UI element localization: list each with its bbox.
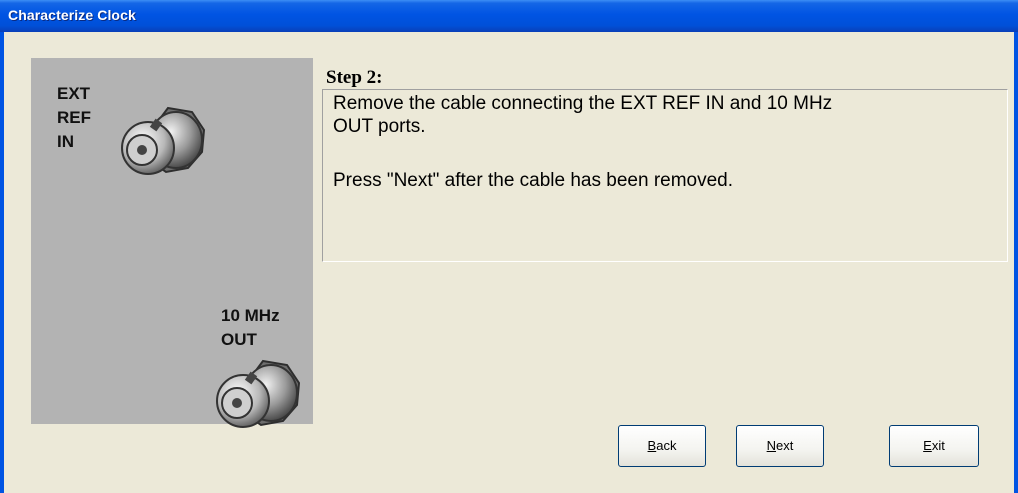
ext-ref-in-bnc-connector-icon [121, 106, 206, 175]
ten-mhz-out-label-line: OUT [221, 330, 257, 349]
exit-label-rest: xit [931, 438, 945, 453]
step-title: Step 2: [326, 67, 383, 88]
next-button[interactable]: Next [736, 425, 824, 467]
instruction-line: Remove the cable connecting the EXT REF … [333, 93, 833, 114]
characterize-clock-window: Characterize Clock EXT REF IN 10 MHz OUT… [0, 0, 1018, 493]
dialog-body: EXT REF IN 10 MHz OUT Step 2: Remove the… [4, 32, 1014, 493]
connector-illustration-panel: EXT REF IN 10 MHz OUT [31, 58, 313, 428]
ten-mhz-out-bnc-connector-icon [216, 359, 301, 428]
instruction-line: OUT ports. [333, 116, 426, 137]
ext-ref-in-label-line: REF [57, 108, 91, 127]
title-bar[interactable]: Characterize Clock [0, 0, 1018, 32]
window-title: Characterize Clock [8, 7, 136, 23]
back-button[interactable]: Back [618, 425, 706, 467]
ten-mhz-out-label: 10 MHz OUT [221, 304, 280, 352]
next-mnemonic: N [766, 438, 777, 453]
ext-ref-in-label-line: IN [57, 132, 74, 151]
instructions-box: Remove the cable connecting the EXT REF … [322, 89, 1008, 262]
ten-mhz-out-label-line: 10 MHz [221, 306, 280, 325]
exit-button[interactable]: Exit [889, 425, 979, 467]
back-label-rest: ack [656, 438, 677, 453]
ext-ref-in-label-line: EXT [57, 84, 91, 103]
next-label-rest: ext [776, 438, 794, 453]
exit-mnemonic: E [923, 438, 932, 453]
back-mnemonic: B [647, 438, 657, 453]
ext-ref-in-label: EXT REF IN [57, 82, 91, 154]
instruction-line: Press "Next" after the cable has been re… [333, 170, 734, 191]
